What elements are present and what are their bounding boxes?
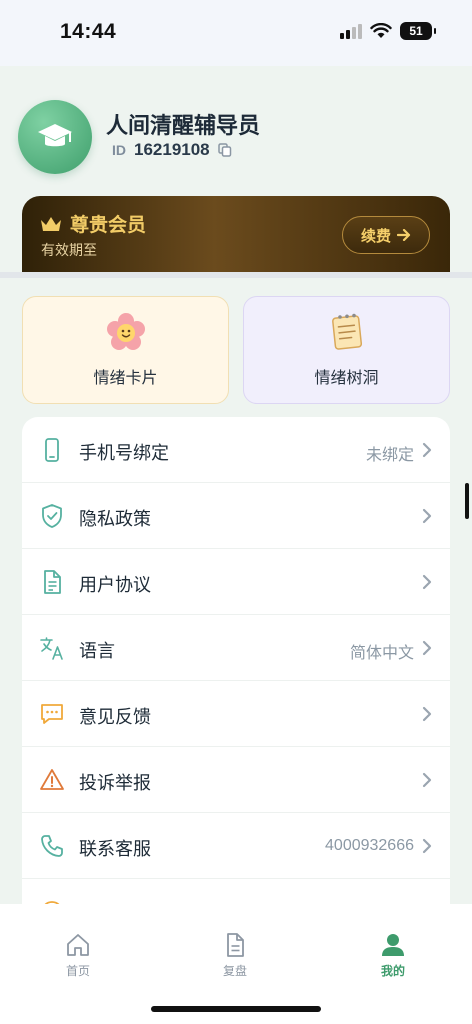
tab-label: 复盘 xyxy=(222,964,247,978)
setting-label: 投诉举报 xyxy=(79,773,151,793)
phone-call-icon xyxy=(41,835,63,857)
scrollbar[interactable] xyxy=(465,483,469,519)
setting-label: 语言 xyxy=(79,641,115,661)
setting-row-language[interactable]: 语言 简体中文 xyxy=(22,615,450,681)
settings-list: 手机号绑定 未绑定 隐私政策 用户协议 语言 简体中文 意见反馈 投诉举报 联系… xyxy=(22,417,450,937)
setting-value: 4000932666 xyxy=(325,837,414,854)
notepad-icon xyxy=(331,313,362,350)
graduation-cap-icon xyxy=(38,124,72,147)
flower-emoji-icon xyxy=(106,313,145,350)
user-id-row: ID 16219108 xyxy=(112,140,232,160)
setting-row-privacy-policy[interactable]: 隐私政策 xyxy=(22,483,450,549)
shield-check-icon xyxy=(42,504,62,528)
chat-bubble-icon xyxy=(41,704,63,724)
vip-title: 尊贵会员 xyxy=(70,215,147,236)
document-icon xyxy=(227,933,244,957)
wifi-icon xyxy=(370,23,392,38)
status-bar: 14:44 51 xyxy=(0,0,472,66)
tab-home[interactable]: 首页 xyxy=(38,932,118,979)
chevron-right-icon xyxy=(422,640,432,656)
setting-row-feedback[interactable]: 意见反馈 xyxy=(22,681,450,747)
tab-label: 我的 xyxy=(380,964,405,978)
setting-label: 意见反馈 xyxy=(79,707,151,727)
setting-row-complaint[interactable]: 投诉举报 xyxy=(22,747,450,813)
setting-value: 简体中文 xyxy=(349,645,414,662)
setting-label: 手机号绑定 xyxy=(79,443,169,463)
vip-title-row: 尊贵会员 xyxy=(40,210,146,237)
user-name: 人间清醒辅导员 xyxy=(106,113,261,138)
status-icons: 51 xyxy=(340,22,436,40)
cellular-signal-icon xyxy=(340,23,362,39)
chevron-right-icon xyxy=(422,574,432,590)
setting-value: 未绑定 xyxy=(365,447,414,464)
id-label: ID xyxy=(112,142,126,158)
crown-icon xyxy=(41,216,61,231)
user-icon xyxy=(382,934,404,956)
emotion-card-button[interactable]: 情绪卡片 xyxy=(22,296,229,404)
tab-mine[interactable]: 我的 xyxy=(353,932,433,979)
setting-row-phone-binding[interactable]: 手机号绑定 未绑定 xyxy=(22,417,450,483)
translate-icon xyxy=(40,637,63,660)
user-id-value: 16219108 xyxy=(134,140,210,159)
arrow-right-icon xyxy=(397,229,411,241)
status-time: 14:44 xyxy=(60,20,117,43)
tab-label: 首页 xyxy=(65,964,90,978)
battery-icon: 51 xyxy=(400,22,436,40)
vip-expiry-label: 有效期至 xyxy=(41,242,97,258)
setting-label: 联系客服 xyxy=(79,839,151,859)
copy-icon[interactable] xyxy=(217,143,232,157)
home-indicator xyxy=(151,1006,321,1012)
setting-label: 用户协议 xyxy=(79,575,151,595)
setting-row-user-agreement[interactable]: 用户协议 xyxy=(22,549,450,615)
warning-icon xyxy=(40,769,64,790)
emotion-treehole-label: 情绪树洞 xyxy=(314,370,379,387)
chevron-right-icon xyxy=(422,706,432,722)
avatar[interactable] xyxy=(18,100,92,174)
section-divider xyxy=(0,272,472,278)
tab-review[interactable]: 复盘 xyxy=(195,932,275,979)
vip-card[interactable]: 尊贵会员 有效期至 续费 xyxy=(22,196,450,274)
document-icon xyxy=(44,570,61,594)
setting-label: 隐私政策 xyxy=(79,509,151,529)
renew-label: 续费 xyxy=(360,227,391,245)
home-icon xyxy=(67,934,89,956)
emotion-treehole-button[interactable]: 情绪树洞 xyxy=(243,296,450,404)
renew-button[interactable]: 续费 xyxy=(342,216,430,254)
chevron-right-icon xyxy=(422,772,432,788)
emotion-card-label: 情绪卡片 xyxy=(93,370,158,387)
chevron-right-icon xyxy=(422,442,432,458)
phone-icon xyxy=(45,438,59,462)
setting-row-customer-service[interactable]: 联系客服 4000932666 xyxy=(22,813,450,879)
chevron-right-icon xyxy=(422,838,432,854)
profile-header: 人间清醒辅导员 ID 16219108 xyxy=(18,100,454,176)
chevron-right-icon xyxy=(422,508,432,524)
